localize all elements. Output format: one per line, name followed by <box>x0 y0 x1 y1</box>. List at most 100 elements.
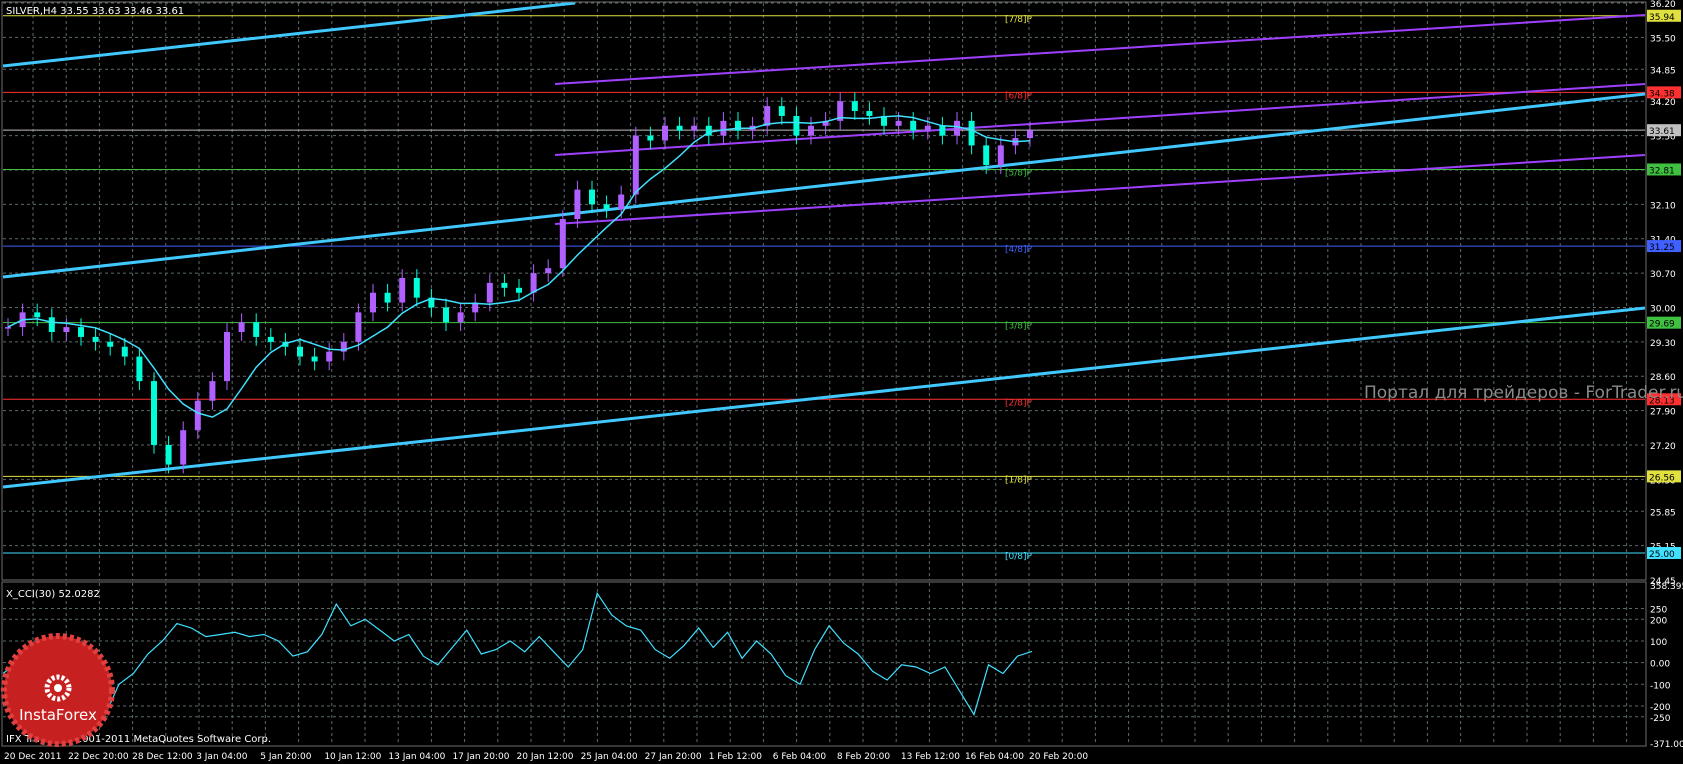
x-tick-label: 27 Jan 20:00 <box>645 752 702 762</box>
candle-body <box>910 120 917 131</box>
candle-body <box>151 381 157 445</box>
candle-body <box>793 115 800 136</box>
candle-body <box>48 317 55 333</box>
x-tick-label: 6 Feb 04:00 <box>773 752 827 762</box>
main-header: SILVER,H4 33.55 33.63 33.46 33.61 <box>6 6 184 17</box>
y-tick-label: 30.70 <box>1650 270 1676 280</box>
candle-body <box>589 189 595 205</box>
instaforex-logo: InstaForex <box>1 633 115 747</box>
candle-body <box>224 332 230 382</box>
candle-body <box>180 430 187 465</box>
y-tick-label: 32.10 <box>1650 201 1676 211</box>
y-tick-label: 25.85 <box>1650 508 1676 518</box>
price-tag-text: 31.25 <box>1649 243 1675 253</box>
x-tick-label: 8 Feb 20:00 <box>837 752 891 762</box>
candle-body <box>662 125 668 141</box>
candle-body <box>457 312 464 323</box>
price-tag-text: 34.38 <box>1649 89 1675 99</box>
candle-body <box>34 312 41 318</box>
candle-body <box>5 327 11 329</box>
cci-tick-label: 200 <box>1650 616 1667 626</box>
candle-body <box>209 381 216 401</box>
price-tag-text: 25.00 <box>1649 550 1675 560</box>
y-tick-label: 27.20 <box>1650 442 1676 452</box>
candle-body <box>78 327 84 337</box>
x-tick-label: 28 Dec 12:00 <box>132 752 193 762</box>
candle-body <box>136 356 143 382</box>
cci-tick-label: 358.395 <box>1650 582 1683 592</box>
candle-body <box>603 204 610 210</box>
cci-tick-label: 250 <box>1650 605 1667 615</box>
level-label: [3/8]P <box>1005 322 1033 332</box>
x-tick-label: 10 Jan 12:00 <box>324 752 381 762</box>
candle-body <box>194 400 201 431</box>
y-tick-label: 34.20 <box>1650 98 1676 108</box>
candle-body <box>954 120 960 136</box>
candle-body <box>1027 130 1033 139</box>
level-label: [1/8]P <box>1005 475 1033 485</box>
y-tick-label: 29.30 <box>1650 339 1676 349</box>
x-tick-label: 5 Jan 20:00 <box>260 752 312 762</box>
price-tag-text: 26.56 <box>1649 473 1675 483</box>
x-tick-label: 25 Jan 04:00 <box>581 752 638 762</box>
candle-body <box>545 268 552 274</box>
candle-body <box>486 282 493 303</box>
candle-body <box>691 125 698 131</box>
price-tag-text: 33.61 <box>1649 127 1675 137</box>
candle-body <box>895 120 902 126</box>
x-tick-label: 20 Dec 2011 <box>4 752 62 762</box>
candle-body <box>297 346 303 357</box>
candle-body <box>121 346 128 357</box>
level-label: [5/8]P <box>1005 168 1033 178</box>
chart-canvas: [7/8]P [6/8]P [5/8]P [4/8]P [3/8]P [2/8]P [1/8… <box>0 0 1683 764</box>
candle-body <box>866 111 873 116</box>
cci-tick-label: -250 <box>1650 714 1671 724</box>
x-tick-label: 22 Dec 20:00 <box>68 752 129 762</box>
candle-body <box>413 277 420 298</box>
x-tick-label: 20 Jan 12:00 <box>517 752 574 762</box>
candle-body <box>355 312 362 342</box>
candle-body <box>559 219 566 269</box>
x-tick-label: 20 Feb 20:00 <box>1029 752 1088 762</box>
level-label: [6/8]P <box>1005 91 1033 101</box>
candle-body <box>370 292 376 313</box>
candle-body <box>924 125 931 131</box>
candle-body <box>311 356 318 362</box>
price-tag-text: 35.94 <box>1649 13 1675 23</box>
x-tick-label: 17 Jan 20:00 <box>452 752 509 762</box>
candle-body <box>735 120 741 131</box>
cci-tick-label: -200 <box>1650 703 1671 713</box>
candle-body <box>92 336 99 342</box>
x-tick-label: 3 Jan 04:00 <box>196 752 248 762</box>
cci-tick-label: -100 <box>1650 681 1671 691</box>
candle-body <box>632 135 639 195</box>
x-tick-label: 1 Feb 12:00 <box>709 752 763 762</box>
y-tick-label: 28.60 <box>1650 373 1676 383</box>
y-tick-label: 27.90 <box>1650 408 1676 418</box>
logo-text: InstaForex <box>19 706 97 724</box>
candle-body <box>939 125 946 136</box>
candle-body <box>63 327 70 333</box>
candle-body <box>253 322 260 337</box>
watermark-text: Портал для трейдеров - ForTrader.ru <box>1364 383 1683 403</box>
candle-body <box>997 145 1004 166</box>
candle-body <box>647 135 654 141</box>
y-tick-label: 30.00 <box>1650 304 1676 314</box>
candle-body <box>968 120 975 146</box>
candle-body <box>720 120 727 136</box>
candle-body <box>399 277 406 303</box>
level-label: [4/8]P <box>1005 245 1033 255</box>
candle-body <box>676 125 683 131</box>
candle-body <box>501 282 508 288</box>
candle-body <box>326 351 333 362</box>
candle-body <box>574 189 581 220</box>
cci-tick-label: -371.002 <box>1650 740 1683 750</box>
candle-body <box>384 292 391 303</box>
level-label: [7/8]P <box>1005 15 1033 25</box>
candle-body <box>764 106 771 126</box>
candle-body <box>165 444 172 465</box>
candle-body <box>851 101 858 112</box>
candle-body <box>808 125 814 136</box>
cci-tick-label: 0.00 <box>1650 660 1670 670</box>
cci-tick-label: 100 <box>1650 638 1667 648</box>
